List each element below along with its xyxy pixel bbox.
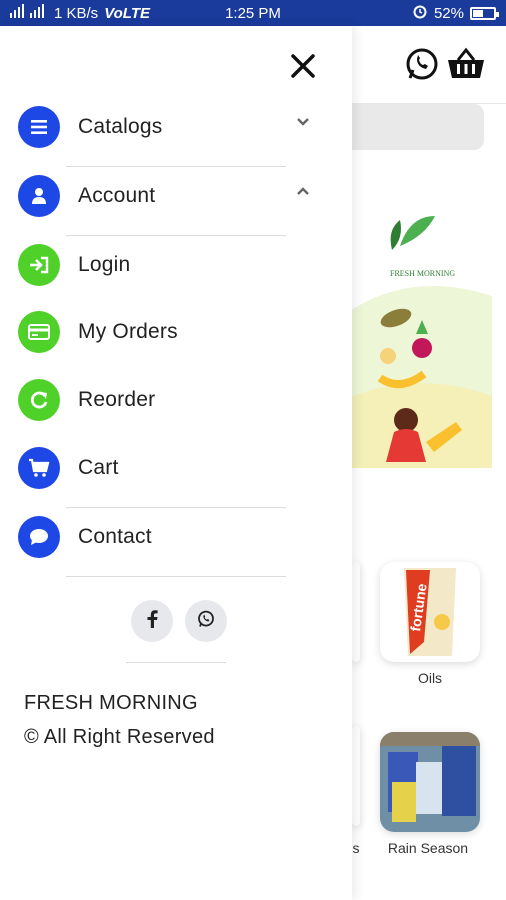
credit-card-icon bbox=[18, 311, 60, 353]
menu-item-cart[interactable]: Cart bbox=[18, 443, 318, 493]
battery-icon bbox=[470, 6, 499, 20]
menu-item-my-orders[interactable]: My Orders bbox=[18, 307, 318, 357]
basket-icon[interactable] bbox=[446, 46, 486, 86]
footer-rights: © All Right Reserved bbox=[24, 726, 215, 748]
menu-item-reorder[interactable]: Reorder bbox=[18, 375, 318, 425]
divider bbox=[66, 235, 286, 236]
footer-brand: FRESH MORNING bbox=[24, 692, 198, 714]
product-card-rain-season[interactable] bbox=[380, 732, 480, 832]
menu-item-catalogs[interactable]: Catalogs bbox=[18, 102, 318, 152]
volte-indicator: VoLTE bbox=[104, 4, 151, 22]
list-icon bbox=[18, 106, 60, 148]
product-card-oils[interactable]: fortune bbox=[380, 562, 480, 662]
alarm-icon bbox=[412, 3, 428, 23]
whatsapp-icon[interactable] bbox=[404, 46, 444, 86]
chat-bubble-icon bbox=[18, 516, 60, 558]
product-card[interactable] bbox=[352, 562, 360, 662]
menu-item-contact[interactable]: Contact bbox=[18, 512, 318, 562]
battery-percent: 52% bbox=[433, 4, 464, 22]
menu-item-label: Login bbox=[78, 253, 131, 276]
close-icon bbox=[290, 49, 316, 85]
refresh-icon bbox=[18, 379, 60, 421]
divider bbox=[126, 662, 226, 663]
user-icon bbox=[18, 175, 60, 217]
menu-item-label: Cart bbox=[78, 456, 119, 479]
chevron-up-icon[interactable] bbox=[296, 184, 310, 198]
network-speed: 1 KB/s bbox=[54, 4, 99, 22]
whatsapp-icon bbox=[197, 610, 215, 633]
signal-icon bbox=[10, 4, 48, 22]
menu-item-label: My Orders bbox=[78, 320, 178, 343]
divider bbox=[66, 576, 286, 577]
divider bbox=[66, 166, 286, 167]
whatsapp-button[interactable] bbox=[185, 600, 227, 642]
cart-icon bbox=[18, 447, 60, 489]
product-label-oils: Oils bbox=[417, 670, 443, 686]
menu-item-label: Account bbox=[78, 184, 156, 207]
hero-banner: FRESH MORNING bbox=[330, 206, 492, 468]
chevron-down-icon[interactable] bbox=[296, 115, 310, 129]
divider bbox=[66, 507, 286, 508]
menu-item-login[interactable]: Login bbox=[18, 240, 318, 290]
menu-item-label: Contact bbox=[78, 525, 152, 548]
facebook-icon bbox=[146, 609, 158, 633]
menu-item-label: Catalogs bbox=[78, 115, 163, 138]
product-card[interactable] bbox=[352, 726, 360, 826]
clock: 1:25 PM bbox=[225, 4, 281, 22]
navigation-drawer: Catalogs Account Login My Orders Reorder… bbox=[0, 26, 352, 900]
menu-item-account[interactable]: Account bbox=[18, 171, 318, 221]
sign-in-icon bbox=[18, 244, 60, 286]
menu-item-label: Reorder bbox=[78, 388, 156, 411]
close-button[interactable] bbox=[282, 46, 324, 88]
status-bar: 1 KB/s VoLTE 1:25 PM 52% bbox=[0, 0, 506, 26]
banner-brand-text: FRESH MORNING bbox=[390, 269, 455, 278]
facebook-button[interactable] bbox=[131, 600, 173, 642]
